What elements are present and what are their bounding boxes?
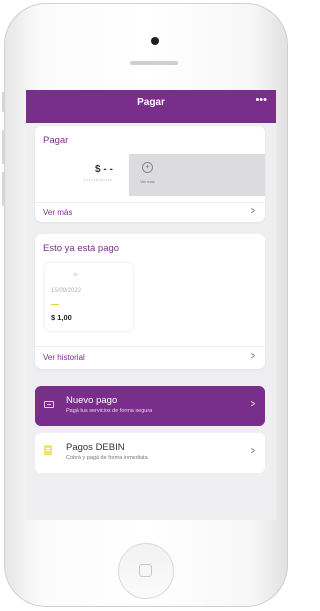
mute-switch: [2, 92, 5, 112]
chevron-right-icon[interactable]: >: [251, 206, 255, 217]
pagos-debin-button[interactable]: Pagos DEBIN Cobrá y pagá de forma inmedi…: [35, 433, 265, 473]
service-icon: ☼: [72, 271, 79, 278]
ver-mas-link[interactable]: Ver más: [43, 208, 72, 217]
pending-amount: $ - -: [95, 164, 113, 175]
paid-card: Esto ya está pago ☼ 15/09/2022 $ 1,00 Ve…: [35, 234, 265, 369]
app-screen: Pagar ••• Pagar $ - - •••••••••••• + Ver…: [26, 90, 276, 520]
plus-icon: +: [142, 162, 153, 173]
pagar-card-title: Pagar: [43, 135, 69, 146]
chevron-right-icon[interactable]: >: [251, 351, 255, 362]
paid-item-card[interactable]: ☼ 15/09/2022 $ 1,00: [45, 263, 133, 331]
earpiece-speaker: [130, 61, 178, 65]
paid-card-title: Esto ya está pago: [43, 243, 120, 254]
page-title: Pagar: [137, 97, 165, 108]
pagos-debin-title: Pagos DEBIN: [66, 442, 125, 453]
wallet-icon: [44, 401, 54, 408]
divider: [35, 346, 265, 347]
paid-item-date: 15/09/2022: [51, 288, 82, 294]
volume-down-button: [2, 172, 5, 206]
paid-item-amount: $ 1,00: [51, 313, 72, 322]
ver-historial-link[interactable]: Ver historial: [43, 353, 85, 362]
nuevo-pago-title: Nuevo pago: [66, 395, 118, 406]
chevron-right-icon: >: [251, 399, 256, 410]
add-payment-tile-label: Ver más: [140, 179, 155, 184]
chevron-right-icon: >: [251, 446, 256, 457]
add-payment-tile[interactable]: + Ver más: [129, 154, 265, 196]
nuevo-pago-subtitle: Pagá tus servicios de forma segura: [66, 408, 153, 414]
more-icon[interactable]: •••: [255, 94, 267, 106]
header-band: [26, 117, 276, 123]
pagos-debin-subtitle: Cobrá y pagá de forma inmediata: [66, 455, 148, 461]
pending-amount-detail: ••••••••••••: [84, 177, 113, 182]
paid-item-accent: [51, 304, 59, 305]
volume-up-button: [2, 130, 5, 164]
top-bar: Pagar •••: [26, 90, 276, 117]
pagar-card: Pagar $ - - •••••••••••• + Ver más Ver m…: [35, 126, 265, 222]
divider: [35, 202, 265, 203]
home-square-icon: [139, 564, 152, 577]
nuevo-pago-button[interactable]: Nuevo pago Pagá tus servicios de forma s…: [35, 386, 265, 426]
document-icon: [44, 445, 52, 455]
front-camera: [151, 37, 159, 45]
home-button[interactable]: [118, 543, 174, 599]
